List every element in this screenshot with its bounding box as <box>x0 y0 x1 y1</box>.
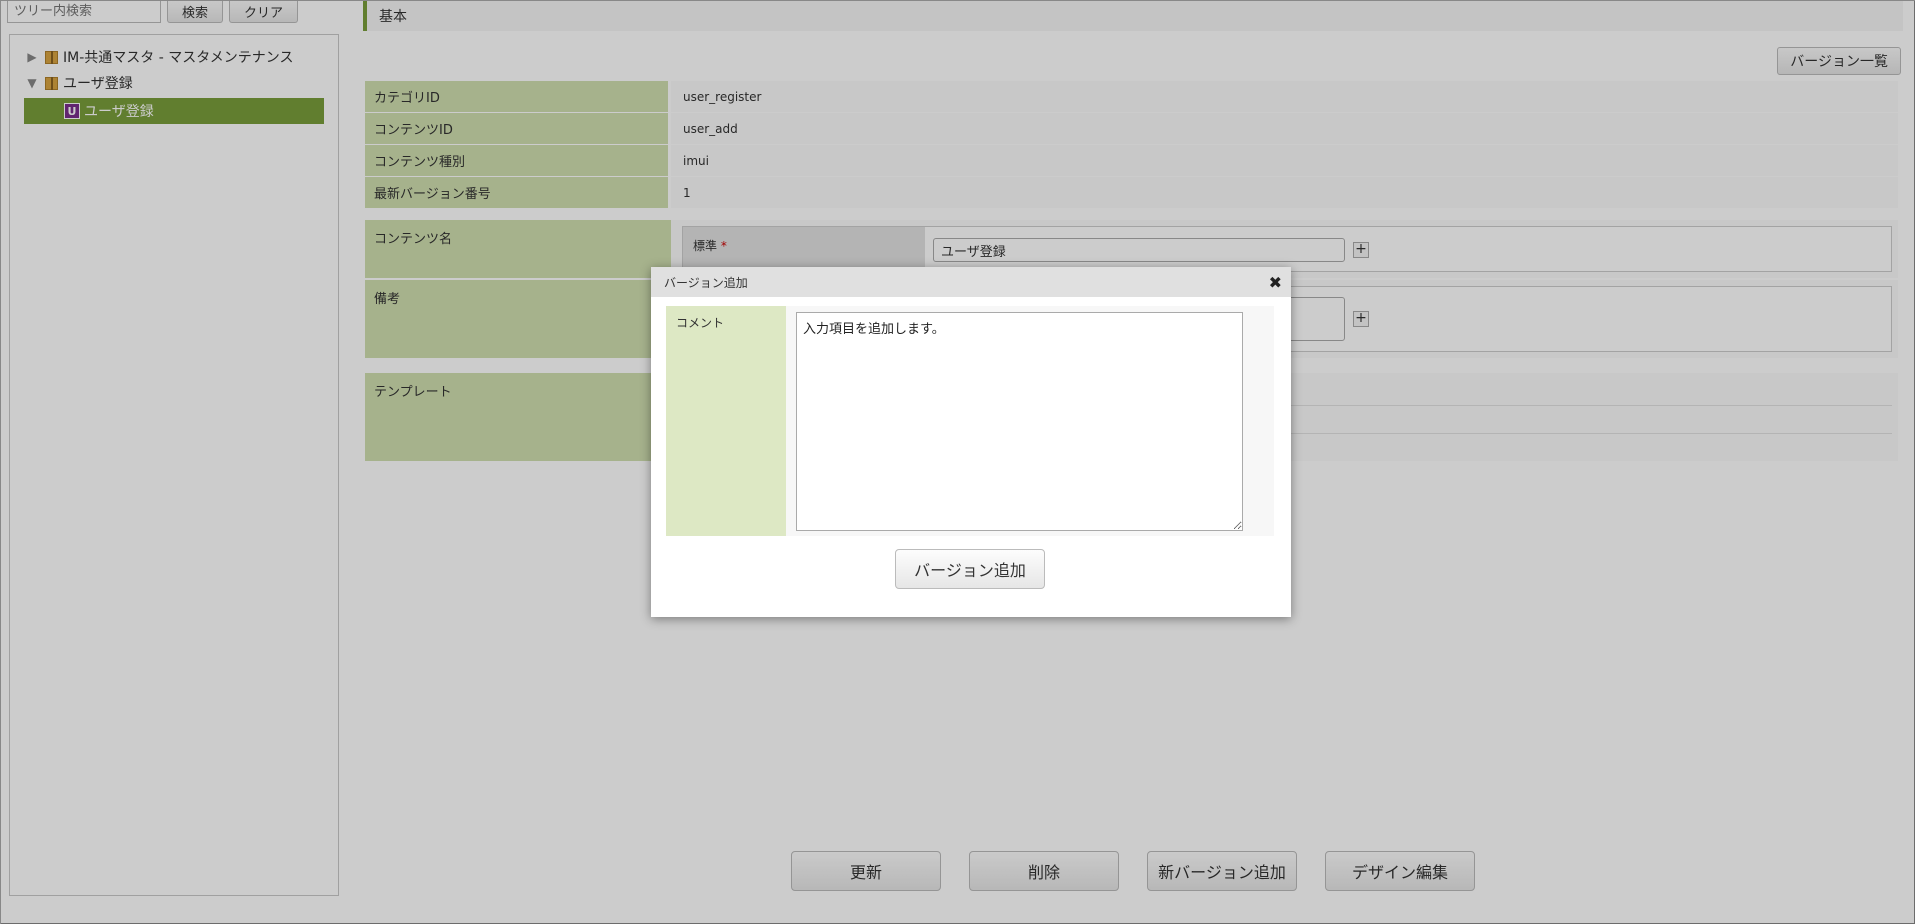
dialog-form: コメント 入力項目を追加します。 <box>666 306 1274 536</box>
comment-textarea[interactable]: 入力項目を追加します。 <box>796 312 1243 531</box>
comment-label: コメント <box>666 306 786 536</box>
add-version-dialog: バージョン追加 ✖ コメント 入力項目を追加します。 バージョン追加 <box>651 267 1291 617</box>
app-frame: 検索 クリア ▶ IM-共通マスタ - マスタメンテナンス ▼ ユーザ登録 U … <box>0 0 1915 924</box>
dialog-title: バージョン追加 <box>664 275 748 290</box>
add-version-submit-button[interactable]: バージョン追加 <box>895 549 1045 589</box>
close-icon[interactable]: ✖ <box>1269 273 1282 292</box>
dialog-header: バージョン追加 ✖ <box>651 267 1291 297</box>
